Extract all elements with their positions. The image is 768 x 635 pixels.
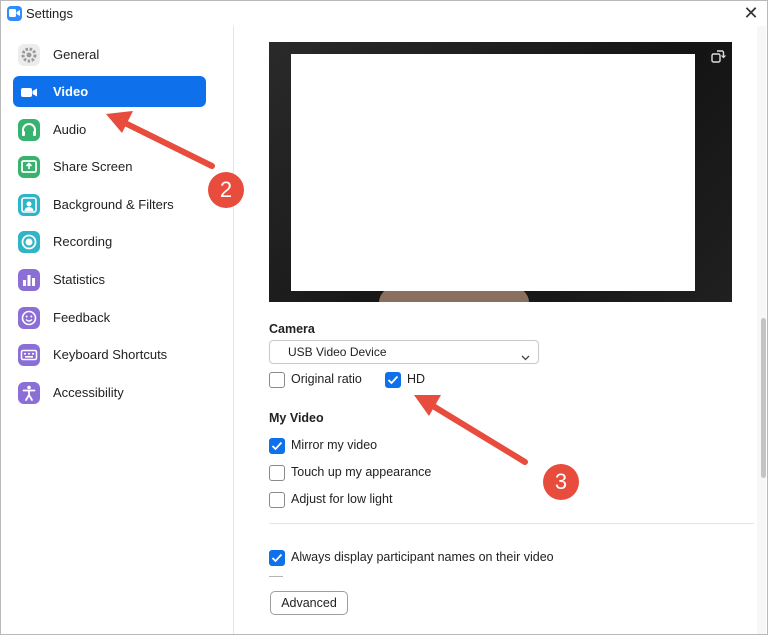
sidebar-item-general[interactable]: General xyxy=(13,39,206,70)
smiley-icon xyxy=(18,307,40,329)
background-person-icon xyxy=(18,194,40,216)
sidebar-item-label: Statistics xyxy=(53,272,106,287)
sidebar-item-label: Feedback xyxy=(53,310,111,325)
sidebar-item-feedback[interactable]: Feedback xyxy=(13,302,206,333)
sidebar-item-label: General xyxy=(53,47,100,62)
participant-names-checkbox[interactable] xyxy=(269,550,285,566)
accessibility-icon xyxy=(18,382,40,404)
keyboard-icon xyxy=(18,344,40,366)
video-settings-panel: Camera USB Video Device Original ratio H… xyxy=(234,26,766,634)
touch-up-checkbox[interactable] xyxy=(269,465,285,481)
sidebar-item-label: Accessibility xyxy=(53,385,124,400)
sidebar-item-label: Share Screen xyxy=(53,159,133,174)
sidebar-item-audio[interactable]: Audio xyxy=(13,114,206,145)
redacted-area xyxy=(291,54,695,291)
settings-sidebar: General Video Audio Share Screen Backgro… xyxy=(1,26,234,634)
zoom-app-icon xyxy=(7,6,22,21)
callout-step-2: 2 xyxy=(208,172,244,208)
mirror-video-label: Mirror my video xyxy=(291,438,378,452)
sidebar-item-video[interactable]: Video xyxy=(13,76,206,107)
chevron-down-icon xyxy=(521,348,530,366)
touch-up-label: Touch up my appearance xyxy=(291,465,432,479)
headphones-icon xyxy=(18,119,40,141)
sidebar-item-label: Audio xyxy=(53,122,87,137)
participant-names-label: Always display participant names on thei… xyxy=(291,550,554,564)
sidebar-item-label: Recording xyxy=(53,234,113,249)
sidebar-item-accessibility[interactable]: Accessibility xyxy=(13,377,206,408)
checkmark-icon xyxy=(387,375,399,385)
clipped-checkbox xyxy=(269,576,283,579)
hd-label: HD xyxy=(407,372,426,386)
rotate-camera-icon[interactable] xyxy=(710,48,726,64)
sidebar-item-label: Video xyxy=(53,84,89,99)
checkmark-icon xyxy=(271,553,283,563)
title-bar: Settings ✕ xyxy=(1,1,767,26)
scrollbar-thumb[interactable] xyxy=(761,318,766,478)
section-divider xyxy=(269,523,754,524)
sidebar-item-keyboard-shortcuts[interactable]: Keyboard Shortcuts xyxy=(13,339,206,370)
camera-section-title: Camera xyxy=(269,322,315,336)
callout-step-3: 3 xyxy=(543,464,579,500)
original-ratio-checkbox[interactable] xyxy=(269,372,285,388)
sidebar-item-share-screen[interactable]: Share Screen xyxy=(13,151,206,182)
camera-select[interactable]: USB Video Device xyxy=(269,340,539,364)
settings-window: Settings ✕ General Video Audio Share Scr… xyxy=(0,0,768,635)
sidebar-item-label: Background & Filters xyxy=(53,197,174,212)
checkmark-icon xyxy=(271,441,283,451)
window-title: Settings xyxy=(26,6,73,21)
close-button[interactable]: ✕ xyxy=(741,3,761,23)
advanced-button[interactable]: Advanced xyxy=(270,591,348,615)
bar-chart-icon xyxy=(18,269,40,291)
original-ratio-label: Original ratio xyxy=(291,372,362,386)
mirror-video-checkbox[interactable] xyxy=(269,438,285,454)
video-preview xyxy=(269,42,732,302)
low-light-label: Adjust for low light xyxy=(291,492,393,506)
share-screen-icon xyxy=(18,156,40,178)
low-light-checkbox[interactable] xyxy=(269,492,285,508)
video-camera-icon xyxy=(18,81,40,103)
sidebar-item-background-filters[interactable]: Background & Filters xyxy=(13,189,206,220)
camera-select-value: USB Video Device xyxy=(288,345,387,359)
my-video-section-title: My Video xyxy=(269,411,324,425)
record-icon xyxy=(18,231,40,253)
hd-checkbox[interactable] xyxy=(385,372,401,388)
sidebar-item-recording[interactable]: Recording xyxy=(13,226,206,257)
sidebar-item-label: Keyboard Shortcuts xyxy=(53,347,168,362)
gear-icon xyxy=(18,44,40,66)
sidebar-item-statistics[interactable]: Statistics xyxy=(13,264,206,295)
